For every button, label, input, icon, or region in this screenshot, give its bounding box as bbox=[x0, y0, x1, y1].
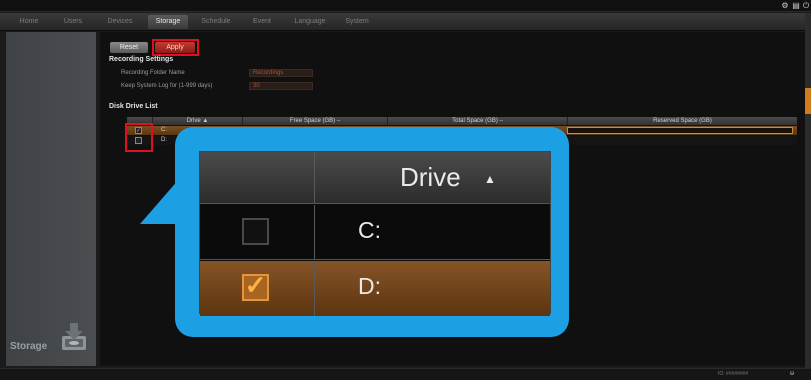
scroll-knob[interactable] bbox=[805, 88, 811, 114]
disk-list-heading: Disk Drive List bbox=[109, 103, 158, 110]
tab-system[interactable]: System bbox=[338, 15, 376, 29]
tab-event[interactable]: Event bbox=[244, 15, 280, 29]
document-icon[interactable]: ▤ bbox=[792, 2, 800, 10]
sidebar bbox=[6, 32, 96, 366]
zoom-header: Drive ▲ bbox=[200, 152, 550, 204]
callout-pointer bbox=[140, 178, 180, 224]
folder-name-label: Recording Folder Name bbox=[121, 70, 185, 76]
column-divider bbox=[314, 152, 315, 203]
tab-schedule[interactable]: Schedule bbox=[196, 15, 236, 29]
zoom-drive-label: C: bbox=[358, 217, 381, 243]
tab-storage[interactable]: Storage bbox=[148, 15, 188, 29]
apply-highlight bbox=[152, 39, 199, 56]
zoom-checkbox[interactable]: ✓ bbox=[242, 270, 269, 301]
zoom-checkbox[interactable] bbox=[242, 218, 269, 245]
storage-icon bbox=[62, 323, 86, 350]
sort-ascending-icon: ▲ bbox=[484, 172, 496, 186]
title-bar: ⚙ ▤ ⏻ bbox=[0, 0, 811, 12]
log-days-input[interactable]: 30 bbox=[249, 82, 313, 90]
tab-devices[interactable]: Devices bbox=[100, 15, 140, 29]
checkbox-highlight bbox=[125, 123, 153, 152]
status-text: IO: ######## bbox=[718, 371, 749, 377]
recording-settings-heading: Recording Settings bbox=[109, 56, 174, 63]
right-scrollbar[interactable] bbox=[805, 13, 811, 373]
zoomed-table: Drive ▲ C: ✓ D: bbox=[199, 151, 551, 316]
power-icon[interactable]: ⏻ bbox=[802, 2, 810, 10]
zoom-drive-label: D: bbox=[358, 273, 381, 299]
drive-cell: D: bbox=[161, 137, 167, 143]
zoom-row[interactable]: ✓ D: bbox=[200, 261, 550, 316]
tab-home[interactable]: Home bbox=[14, 15, 44, 29]
tab-users[interactable]: Users bbox=[58, 15, 88, 29]
header-drive[interactable]: Drive ▲ bbox=[152, 117, 242, 125]
network-icon: ⛁ bbox=[790, 371, 795, 377]
settings-icon[interactable]: ⚙ bbox=[781, 2, 789, 10]
column-divider bbox=[314, 205, 315, 259]
reserved-space-input[interactable] bbox=[567, 127, 793, 134]
check-icon: ✓ bbox=[244, 270, 267, 300]
header-free-space[interactable]: Free Space (GB) – bbox=[242, 117, 387, 125]
zoom-row[interactable]: C: bbox=[200, 205, 550, 260]
reset-button[interactable]: Reset bbox=[110, 42, 148, 53]
table-header: Drive ▲ Free Space (GB) – Total Space (G… bbox=[127, 117, 797, 125]
folder-name-input[interactable]: Recordings bbox=[249, 69, 313, 77]
app-window: ⚙ ▤ ⏻ Home Users Devices Storage Schedul… bbox=[0, 0, 811, 380]
log-days-label: Keep System Log for (1-999 days) bbox=[121, 83, 213, 89]
header-reserved-space[interactable]: Reserved Space (GB) bbox=[567, 117, 797, 125]
zoom-drive-header[interactable]: Drive bbox=[400, 162, 461, 193]
status-bar: IO: ######## ⛁ bbox=[0, 368, 811, 380]
column-divider bbox=[314, 261, 315, 316]
tab-language[interactable]: Language bbox=[288, 15, 332, 29]
header-total-space[interactable]: Total Space (GB) – bbox=[387, 117, 567, 125]
sidebar-title: Storage bbox=[10, 341, 48, 352]
drive-cell: C: bbox=[161, 127, 167, 133]
tab-bar: Home Users Devices Storage Schedule Even… bbox=[0, 13, 805, 31]
